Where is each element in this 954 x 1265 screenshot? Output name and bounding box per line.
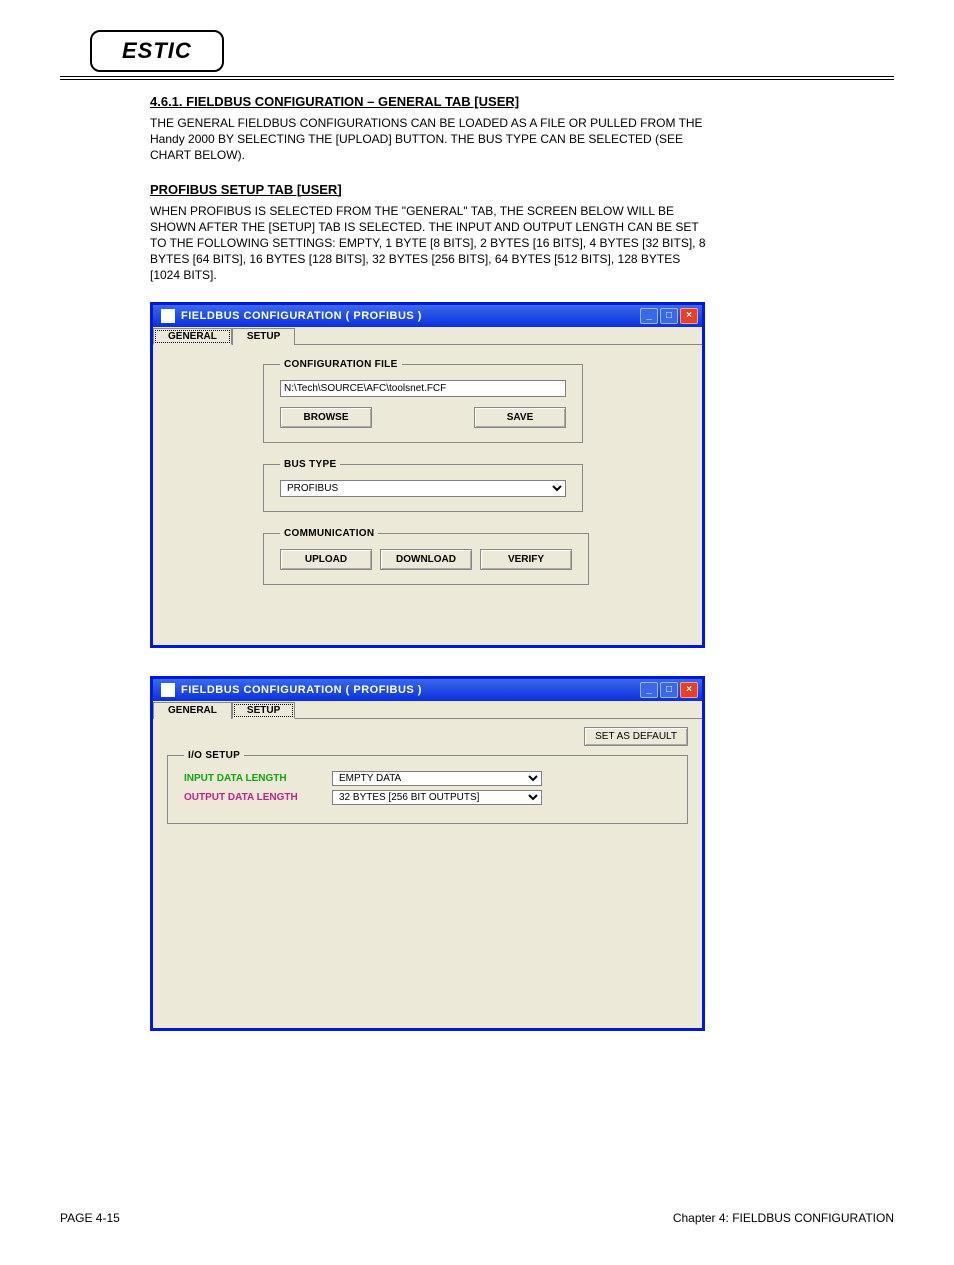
bus-type-legend: BUS TYPE <box>280 459 340 470</box>
io-setup-group: I/O SETUP INPUT DATA LENGTH EMPTY DATA O… <box>167 750 688 824</box>
communication-group: COMMUNICATION UPLOAD DOWNLOAD VERIFY <box>263 528 589 585</box>
download-button[interactable]: DOWNLOAD <box>380 549 472 570</box>
tab-setup[interactable]: SETUP <box>232 328 295 345</box>
browse-button[interactable]: BROWSE <box>280 407 372 428</box>
configuration-file-input[interactable] <box>280 380 566 397</box>
tab-general[interactable]: GENERAL <box>153 328 232 345</box>
bus-type-group: BUS TYPE PROFIBUS <box>263 459 583 512</box>
communication-legend: COMMUNICATION <box>280 528 378 539</box>
io-setup-legend: I/O SETUP <box>184 750 244 761</box>
tab-general[interactable]: GENERAL <box>153 702 232 719</box>
bus-type-select[interactable]: PROFIBUS <box>280 480 566 497</box>
fieldbus-dialog-general: FIELDBUS CONFIGURATION ( PROFIBUS ) _ □ … <box>150 302 705 648</box>
titlebar: FIELDBUS CONFIGURATION ( PROFIBUS ) _ □ … <box>153 679 702 701</box>
footer-chapter: Chapter 4: FIELDBUS CONFIGURATION <box>673 1211 894 1225</box>
input-data-length-select[interactable]: EMPTY DATA <box>332 771 542 786</box>
maximize-button[interactable]: □ <box>660 308 678 324</box>
titlebar: FIELDBUS CONFIGURATION ( PROFIBUS ) _ □ … <box>153 305 702 327</box>
app-icon <box>161 309 175 323</box>
app-icon <box>161 683 175 697</box>
set-default-button[interactable]: SET AS DEFAULT <box>584 727 688 746</box>
maximize-button[interactable]: □ <box>660 682 678 698</box>
output-data-length-label: OUTPUT DATA LENGTH <box>184 792 324 803</box>
section-para-1: THE GENERAL FIELDBUS CONFIGURATIONS CAN … <box>150 115 710 164</box>
tab-strip: GENERAL SETUP <box>153 701 702 719</box>
minimize-button[interactable]: _ <box>640 682 658 698</box>
minimize-button[interactable]: _ <box>640 308 658 324</box>
fieldbus-dialog-setup: FIELDBUS CONFIGURATION ( PROFIBUS ) _ □ … <box>150 676 705 1031</box>
verify-button[interactable]: VERIFY <box>480 549 572 570</box>
tab-setup[interactable]: SETUP <box>232 702 295 719</box>
tab-strip: GENERAL SETUP <box>153 327 702 345</box>
output-data-length-select[interactable]: 32 BYTES [256 BIT OUTPUTS] <box>332 790 542 805</box>
close-button[interactable]: × <box>680 308 698 324</box>
brand-logo: ESTIC <box>90 30 224 72</box>
section-heading-1: 4.6.1. FIELDBUS CONFIGURATION – GENERAL … <box>150 94 710 109</box>
header-divider <box>60 76 894 80</box>
upload-button[interactable]: UPLOAD <box>280 549 372 570</box>
section-para-2: WHEN PROFIBUS IS SELECTED FROM THE "GENE… <box>150 203 710 284</box>
window-title: FIELDBUS CONFIGURATION ( PROFIBUS ) <box>181 684 634 696</box>
footer-page: PAGE 4-15 <box>60 1211 120 1225</box>
save-button[interactable]: SAVE <box>474 407 566 428</box>
configuration-file-legend: CONFIGURATION FILE <box>280 359 402 370</box>
window-title: FIELDBUS CONFIGURATION ( PROFIBUS ) <box>181 310 634 322</box>
close-button[interactable]: × <box>680 682 698 698</box>
configuration-file-group: CONFIGURATION FILE BROWSE SAVE <box>263 359 583 443</box>
section-heading-2: PROFIBUS SETUP TAB [USER] <box>150 182 710 197</box>
input-data-length-label: INPUT DATA LENGTH <box>184 773 324 784</box>
